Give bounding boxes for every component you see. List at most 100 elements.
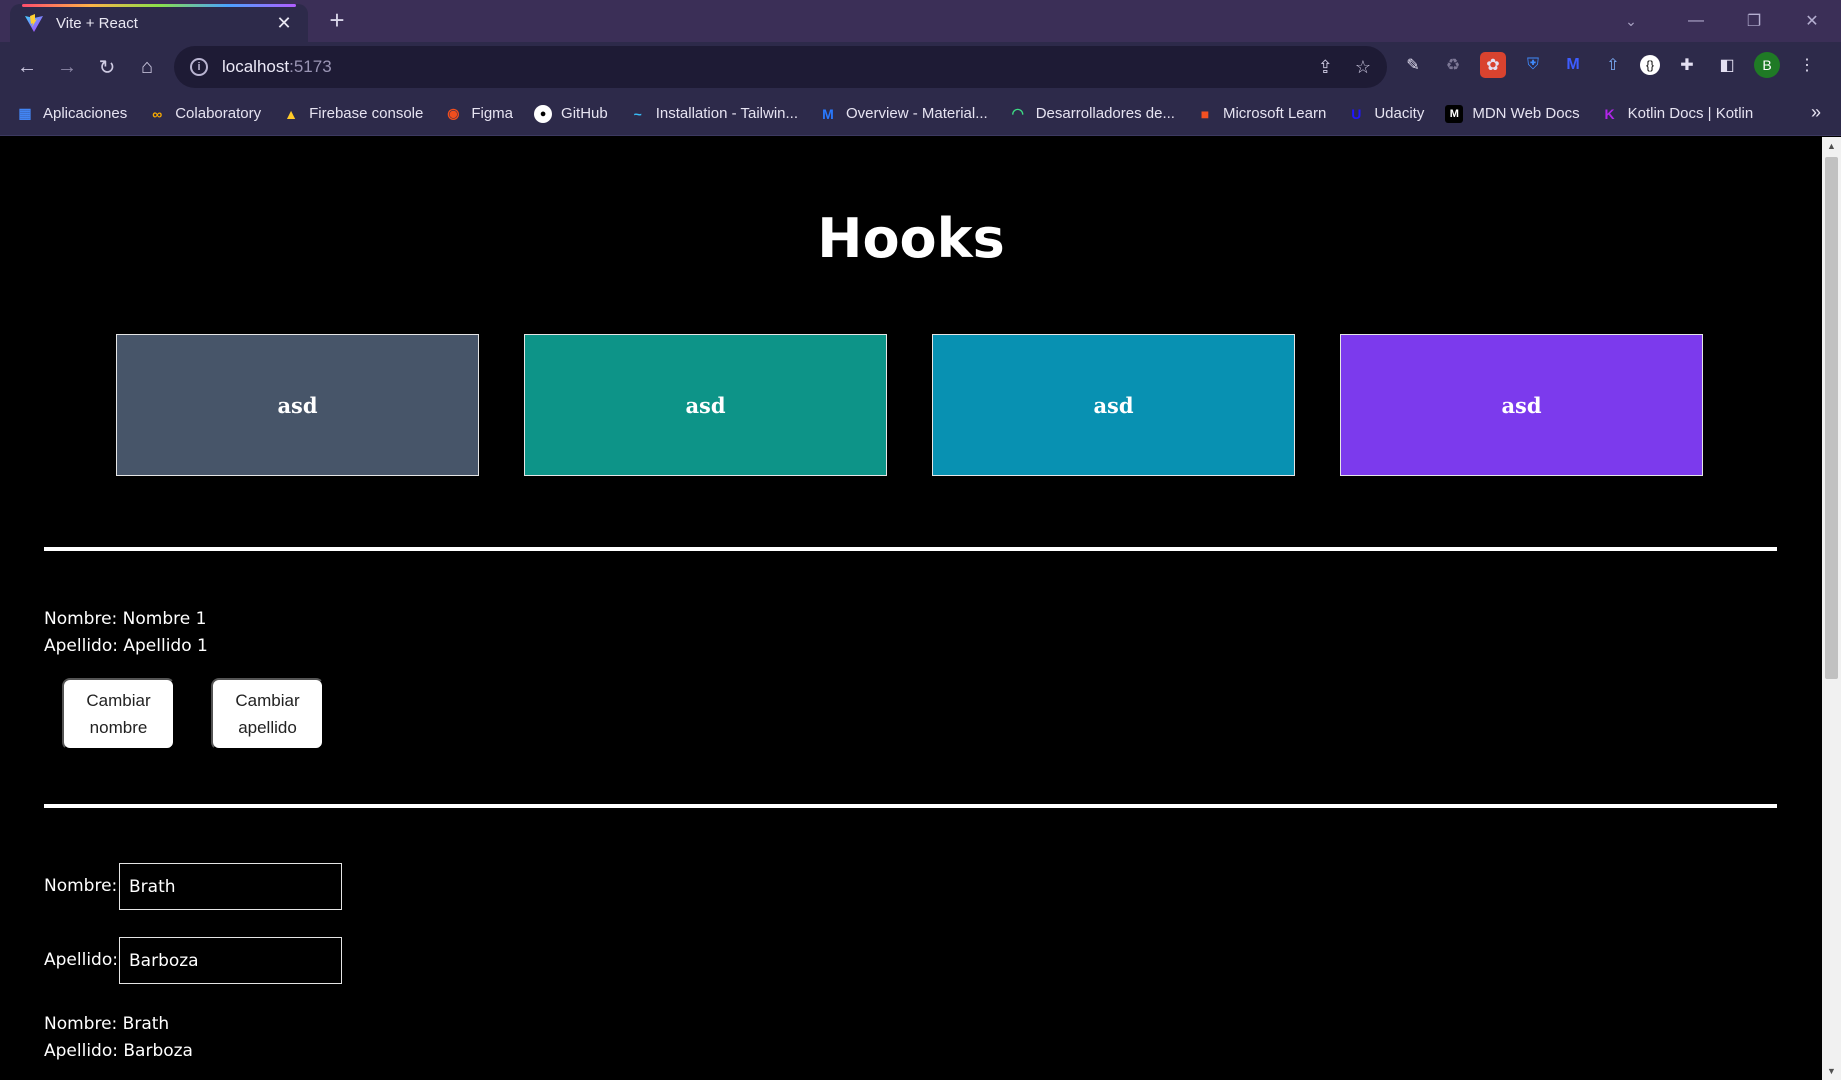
apellido-label: Apellido: [44,950,118,970]
nombre-display: Nombre: Nombre 1 [44,609,207,629]
bookmark-tailwind[interactable]: ~ Installation - Tailwin... [629,105,798,123]
share-icon[interactable]: ⇪ [1318,57,1333,78]
menu-kebab-icon[interactable]: ⋮ [1794,52,1820,78]
scroll-up-icon[interactable]: ▲ [1822,137,1841,155]
apellido-input[interactable] [119,937,342,984]
recycle-extension-icon[interactable]: ♻ [1440,52,1466,78]
card-4[interactable]: asd [1340,334,1703,476]
divider [44,804,1777,808]
card-1[interactable]: asd [116,334,479,476]
bookmark-label: Desarrolladores de... [1035,105,1175,122]
bookmark-kotlin[interactable]: K Kotlin Docs | Kotlin [1601,105,1754,123]
side-panel-icon[interactable]: ◧ [1714,52,1740,78]
red-extension-icon[interactable]: ✿ [1480,52,1506,78]
bookmark-label: Installation - Tailwin... [655,105,799,122]
github-icon: ● [534,104,553,123]
bookmark-udacity[interactable]: U Udacity [1347,105,1424,123]
cambiar-apellido-button[interactable]: Cambiar apellido [211,678,324,750]
profile-avatar[interactable]: B [1754,52,1780,78]
browser-toolbar: ← → ↻ ⌂ i localhost:5173 ⇪ ☆ ✎ ♻ ✿ ⛨ M ⇧… [0,42,1841,92]
restore-icon[interactable]: ❐ [1725,0,1783,42]
bookmark-label: Firebase console [309,105,424,122]
tab-title: Vite + React [56,14,138,32]
pen-extension-icon[interactable]: ✎ [1400,52,1426,78]
nombre-output: Nombre: Brath [44,1014,170,1034]
colab-icon: ∞ [152,105,163,122]
back-icon[interactable]: ← [12,52,42,82]
bookmark-microsoft[interactable]: ■ Microsoft Learn [1196,105,1327,123]
m-extension-icon[interactable]: M [1560,52,1586,78]
tab-accent [22,4,296,7]
apellido-output: Apellido: Barboza [44,1041,193,1061]
card-label: asd [277,392,318,418]
extensions-bar: ✎ ♻ ✿ ⛨ M ⇧ {} ✚ ◧ B ⋮ [1400,52,1820,78]
cambiar-nombre-button[interactable]: Cambiar nombre [62,678,175,750]
browser-tab[interactable]: Vite + React ✕ [10,4,308,42]
material-icon: M [822,105,834,122]
page-title: Hooks [817,207,1005,270]
url-port: :5173 [289,57,332,76]
browser-titlebar: Vite + React ✕ + ⌄ — ❐ ✕ [0,0,1841,42]
bookmark-label: Microsoft Learn [1222,105,1327,122]
figma-icon: ◉ [447,105,460,121]
bookmark-apps-grid[interactable]: ▦ Aplicaciones [16,105,127,123]
forward-icon[interactable]: → [52,52,82,82]
bookmark-android[interactable]: ◠ Desarrolladores de... [1009,105,1175,123]
apps-grid-icon: ▦ [18,105,32,121]
bookmark-label: Overview - Material... [846,105,988,122]
android-icon: ◠ [1011,105,1024,121]
card-label: asd [1501,392,1542,418]
bookmark-label: Kotlin Docs | Kotlin [1627,105,1754,122]
extensions-puzzle-icon[interactable]: ✚ [1674,52,1700,78]
bookmark-firebase[interactable]: ▲ Firebase console [282,105,423,123]
new-tab-button[interactable]: + [322,6,352,36]
bookmark-label: GitHub [561,105,608,122]
bookmark-label: Colaboratory [175,105,262,122]
button-label: Cambiar apellido [235,691,300,737]
bookmarks-overflow-icon[interactable]: » [1811,102,1821,123]
button-label: Cambiar nombre [86,691,151,737]
close-window-icon[interactable]: ✕ [1783,0,1841,42]
nombre-label: Nombre: [44,876,118,896]
bookmark-star-icon[interactable]: ☆ [1355,57,1371,78]
tab-search-icon[interactable]: ⌄ [1611,0,1651,42]
udacity-icon: U [1351,105,1362,122]
scroll-thumb[interactable] [1825,157,1838,679]
minimize-icon[interactable]: — [1667,0,1725,42]
firebase-icon: ▲ [284,105,299,122]
bookmark-github[interactable]: ● GitHub [534,104,608,123]
bookmark-figma[interactable]: ◉ Figma [444,105,513,123]
vite-logo-icon [25,14,43,32]
code-extension-icon[interactable]: {} [1640,55,1660,75]
tailwind-icon: ~ [633,105,642,122]
bookmark-label: Udacity [1374,105,1425,122]
home-icon[interactable]: ⌂ [132,52,162,82]
bookmark-mdn[interactable]: M MDN Web Docs [1445,104,1580,123]
page-viewport: Hooks asd asd asd asd Nombre: Nombre 1 A… [0,137,1822,1080]
omnibox-actions: ⇪ ☆ [1318,57,1371,78]
card-2[interactable]: asd [524,334,887,476]
bookmark-colab[interactable]: ∞ Colaboratory [148,105,261,123]
upload-extension-icon[interactable]: ⇧ [1600,52,1626,78]
divider [44,547,1777,551]
address-bar[interactable]: i localhost:5173 ⇪ ☆ [174,46,1387,88]
bookmark-label: Aplicaciones [43,105,128,122]
mdn-icon: M [1445,104,1464,123]
window-controls: — ❐ ✕ [1667,0,1841,42]
card-label: asd [1093,392,1134,418]
card-3[interactable]: asd [932,334,1295,476]
vertical-scrollbar[interactable]: ▲ ▼ [1822,137,1841,1080]
microsoft-icon: ■ [1200,105,1210,122]
bookmark-material[interactable]: M Overview - Material... [819,105,988,123]
bookmark-label: MDN Web Docs [1472,105,1580,122]
bookmark-label: Figma [471,105,514,122]
bookmarks-bar: ▦ Aplicaciones ∞ Colaboratory ▲ Firebase cons… [0,92,1841,136]
kotlin-icon: K [1604,105,1615,122]
scroll-down-icon[interactable]: ▼ [1822,1062,1841,1080]
url-host: localhost [222,57,290,76]
tab-close-icon[interactable]: ✕ [274,13,294,34]
nombre-input[interactable] [119,863,342,910]
shield-extension-icon[interactable]: ⛨ [1520,52,1546,78]
site-info-icon[interactable]: i [190,58,208,76]
reload-icon[interactable]: ↻ [92,52,122,82]
